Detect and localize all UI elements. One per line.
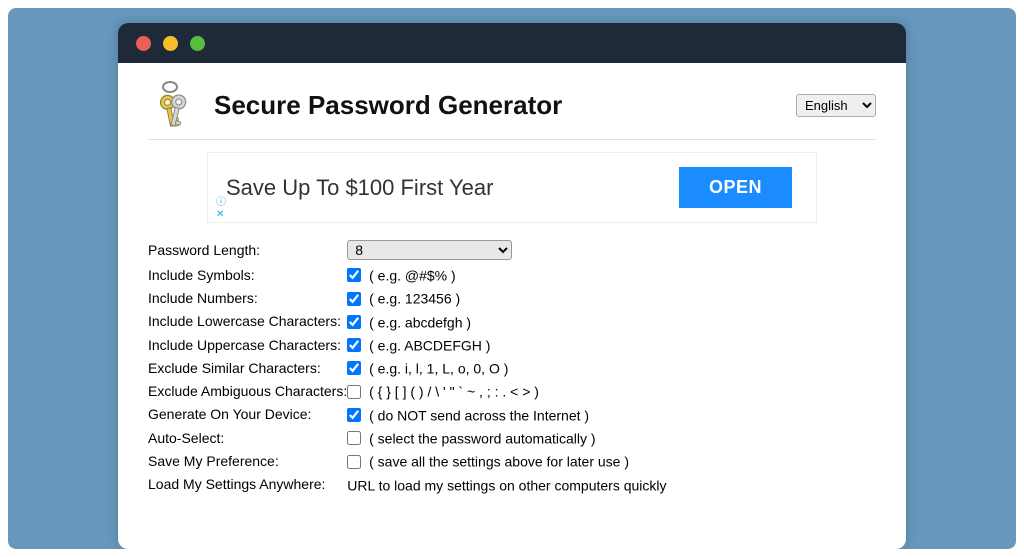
checkbox-include-symbols[interactable] <box>347 268 361 282</box>
row-exclude-similar: Exclude Similar Characters: ( e.g. i, l,… <box>148 356 667 379</box>
hint-auto-select: ( select the password automatically ) <box>369 430 595 446</box>
label-save-preference: Save My Preference: <box>148 449 347 472</box>
row-load-anywhere: Load My Settings Anywhere: URL to load m… <box>148 473 667 496</box>
page-content: Secure Password Generator English ⓘ ✕ Sa… <box>118 63 906 496</box>
row-auto-select: Auto-Select: ( select the password autom… <box>148 426 667 449</box>
header-left: Secure Password Generator <box>148 81 562 129</box>
language-select[interactable]: English <box>796 94 876 117</box>
label-exclude-ambiguous: Exclude Ambiguous Characters: <box>148 379 347 402</box>
checkbox-exclude-similar[interactable] <box>347 361 361 375</box>
checkbox-auto-select[interactable] <box>347 431 361 445</box>
close-window-icon[interactable] <box>136 36 151 51</box>
checkbox-exclude-ambiguous[interactable] <box>347 385 361 399</box>
hint-exclude-ambiguous: ( { } [ ] ( ) / \ ' " ` ~ , ; : . < > ) <box>369 384 539 400</box>
ad-close-icon[interactable]: ✕ <box>216 209 226 220</box>
minimize-window-icon[interactable] <box>163 36 178 51</box>
keys-icon <box>148 81 192 129</box>
row-include-numbers: Include Numbers: ( e.g. 123456 ) <box>148 286 667 309</box>
ad-headline: Save Up To $100 First Year <box>226 175 493 201</box>
label-include-symbols: Include Symbols: <box>148 263 347 286</box>
hint-load-anywhere[interactable]: URL to load my settings on other compute… <box>347 477 666 493</box>
hint-save-preference: ( save all the settings above for later … <box>369 454 629 470</box>
label-exclude-similar: Exclude Similar Characters: <box>148 356 347 379</box>
hint-include-lowercase: ( e.g. abcdefgh ) <box>369 314 471 330</box>
label-generate-on-device: Generate On Your Device: <box>148 403 347 426</box>
header-row: Secure Password Generator English <box>148 81 876 140</box>
label-include-lowercase: Include Lowercase Characters: <box>148 310 347 333</box>
checkbox-generate-on-device[interactable] <box>347 408 361 422</box>
row-exclude-ambiguous: Exclude Ambiguous Characters: ( { } [ ] … <box>148 379 667 402</box>
ad-info-icon[interactable]: ⓘ <box>216 193 226 208</box>
label-load-anywhere: Load My Settings Anywhere: <box>148 473 347 496</box>
checkbox-include-uppercase[interactable] <box>347 338 361 352</box>
row-include-symbols: Include Symbols: ( e.g. @#$% ) <box>148 263 667 286</box>
ad-info-icons: ⓘ ✕ <box>216 193 226 220</box>
hint-exclude-similar: ( e.g. i, l, 1, L, o, 0, O ) <box>369 360 508 376</box>
label-auto-select: Auto-Select: <box>148 426 347 449</box>
hint-include-symbols: ( e.g. @#$% ) <box>369 267 456 283</box>
row-include-uppercase: Include Uppercase Characters: ( e.g. ABC… <box>148 333 667 356</box>
page-background: Secure Password Generator English ⓘ ✕ Sa… <box>8 8 1016 549</box>
maximize-window-icon[interactable] <box>190 36 205 51</box>
row-save-preference: Save My Preference: ( save all the setti… <box>148 449 667 472</box>
checkbox-include-numbers[interactable] <box>347 292 361 306</box>
label-include-numbers: Include Numbers: <box>148 286 347 309</box>
options-table: Password Length: 8 Include Symbols: ( e.… <box>148 237 667 496</box>
password-length-select[interactable]: 8 <box>347 240 512 260</box>
label-password-length: Password Length: <box>148 237 347 263</box>
advertisement-banner: ⓘ ✕ Save Up To $100 First Year OPEN <box>207 152 817 223</box>
ad-open-button[interactable]: OPEN <box>679 167 792 208</box>
hint-generate-on-device: ( do NOT send across the Internet ) <box>369 407 589 423</box>
row-password-length: Password Length: 8 <box>148 237 667 263</box>
checkbox-save-preference[interactable] <box>347 455 361 469</box>
hint-include-numbers: ( e.g. 123456 ) <box>369 291 460 307</box>
label-include-uppercase: Include Uppercase Characters: <box>148 333 347 356</box>
row-generate-on-device: Generate On Your Device: ( do NOT send a… <box>148 403 667 426</box>
page-title: Secure Password Generator <box>214 90 562 121</box>
hint-include-uppercase: ( e.g. ABCDEFGH ) <box>369 337 490 353</box>
row-include-lowercase: Include Lowercase Characters: ( e.g. abc… <box>148 310 667 333</box>
browser-window: Secure Password Generator English ⓘ ✕ Sa… <box>118 23 906 549</box>
checkbox-include-lowercase[interactable] <box>347 315 361 329</box>
window-titlebar <box>118 23 906 63</box>
